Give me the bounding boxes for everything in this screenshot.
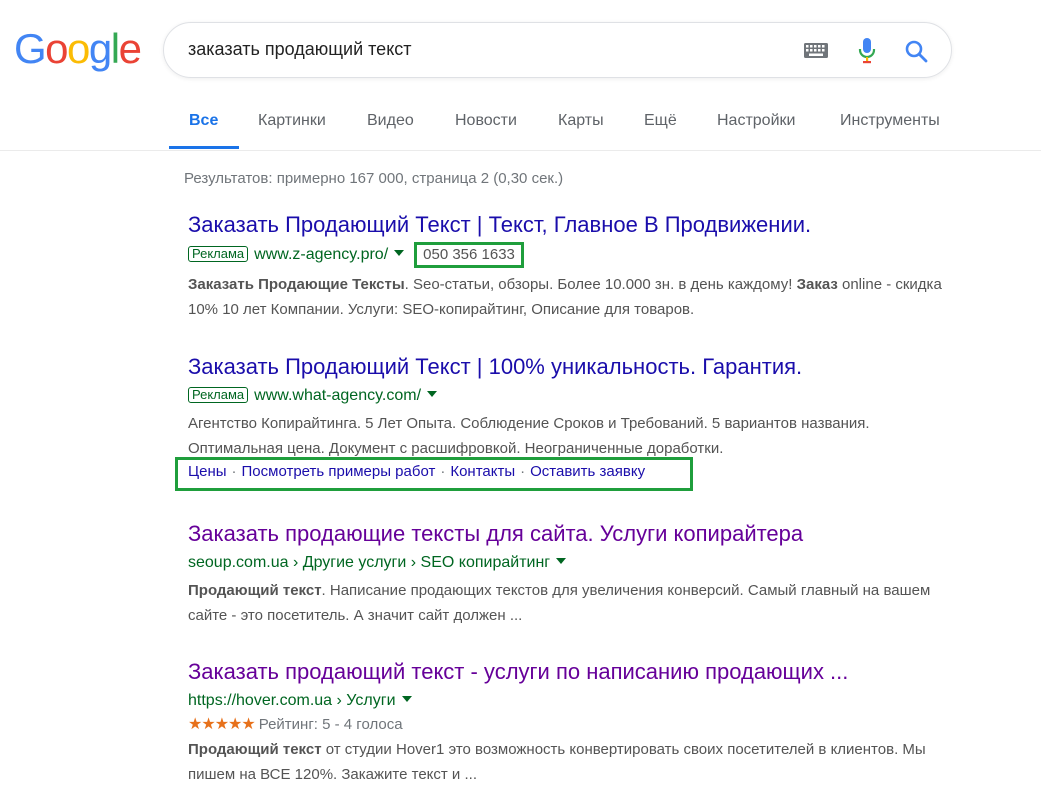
separator: · [520,463,526,480]
logo-letter: o [67,25,90,72]
sitelinks: Цены · Посмотреть примеры работ · Контакты · О… [188,463,645,480]
separator: · [231,463,237,480]
microphone-icon[interactable] [857,37,877,65]
search-result-ad: Заказать Продающий Текст | 100% уникальн… [188,353,948,461]
search-input[interactable]: заказать продающий текст [188,39,412,60]
result-breadcrumb[interactable]: seoup.com.ua › Другие услуги › SEO копир… [188,554,550,571]
sitelink-contacts[interactable]: Контакты [450,463,515,480]
google-logo[interactable]: Google [14,25,142,72]
logo-letter: l [110,25,120,72]
search-result: Заказать продающий текст - услуги по нап… [188,658,948,787]
search-box[interactable]: заказать продающий текст [163,22,952,78]
snippet-text: . Seo-статьи, обзоры. Более 10.000 зн. в… [404,275,797,293]
rating-row: ★★★★★ Рейтинг: 5 - 4 голоса [188,713,948,737]
tab-news[interactable]: Новости [455,112,517,130]
result-title-link[interactable]: Заказать продающий текст - услуги по нап… [188,658,948,687]
active-tab-indicator [169,146,239,149]
result-url[interactable]: www.z-agency.pro/ [254,246,388,263]
logo-letter: e [118,25,142,72]
search-icon[interactable] [904,39,928,63]
phone-number[interactable]: 050 356 1633 [414,241,524,268]
sitelink-prices[interactable]: Цены [188,463,227,480]
result-title-link[interactable]: Заказать Продающий Текст | 100% уникальн… [188,353,948,382]
result-url-line: Реклама www.z-agency.pro/050 356 1633 [188,241,948,268]
tab-video[interactable]: Видео [367,112,414,130]
result-snippet: Агентство Копирайтинга. 5 Лет Опыта. Соб… [188,411,948,461]
rating-text: Рейтинг: 5 - 4 голоса [258,715,403,733]
result-snippet: Продающий текст от студии Hover1 это воз… [188,737,948,787]
snippet-bold-text: Заказ [796,275,838,293]
snippet-bold-text: Продающий текст [188,740,322,758]
result-title-link[interactable]: Заказать Продающий Текст | Текст, Главно… [188,211,948,240]
snippet-text: Агентство Копирайтинга. 5 Лет Опыта. Соб… [188,414,870,457]
tab-settings[interactable]: Настройки [717,112,795,130]
keyboard-icon[interactable] [804,43,828,58]
result-url-line: Реклама www.what-agency.com/ [188,384,948,407]
chevron-down-icon[interactable] [394,249,405,256]
tab-images[interactable]: Картинки [258,112,326,130]
result-url-line: seoup.com.ua › Другие услуги › SEO копир… [188,551,948,574]
result-breadcrumb[interactable]: https://hover.com.ua › Услуги [188,692,396,709]
chevron-down-icon[interactable] [556,557,567,564]
result-title-link[interactable]: Заказать продающие тексты для сайта. Усл… [188,520,948,549]
tab-more[interactable]: Ещё [644,112,677,130]
result-snippet: Продающий текст. Написание продающих тек… [188,578,948,628]
tab-all[interactable]: Все [189,112,218,130]
tab-tools[interactable]: Инструменты [840,112,940,130]
chevron-down-icon[interactable] [401,695,412,702]
snippet-bold-text: Продающий текст [188,581,322,599]
tab-maps[interactable]: Карты [558,112,604,130]
chevron-down-icon[interactable] [427,390,438,397]
result-url[interactable]: www.what-agency.com/ [254,387,421,404]
star-rating-icon: ★★★★★ [188,715,256,733]
ad-badge: Реклама [188,386,249,403]
search-result: Заказать продающие тексты для сайта. Усл… [188,520,948,628]
result-stats: Результатов: примерно 167 000, страница … [184,170,564,187]
search-result-ad: Заказать Продающий Текст | Текст, Главно… [188,211,948,322]
logo-letter: o [45,25,68,72]
logo-letter: G [14,25,47,72]
result-snippet: Заказать Продающие Тексты. Seo-статьи, о… [188,272,948,322]
ad-badge: Реклама [188,245,249,262]
separator: · [440,463,446,480]
sitelink-examples[interactable]: Посмотреть примеры работ [242,463,436,480]
logo-letter: g [88,25,112,72]
search-tabs: Все Картинки Видео Новости Карты Ещё Нас… [0,100,1041,151]
result-url-line: https://hover.com.ua › Услуги [188,689,948,712]
snippet-bold-text: Заказать Продающие Тексты [188,275,405,293]
sitelink-request[interactable]: Оставить заявку [530,463,645,480]
